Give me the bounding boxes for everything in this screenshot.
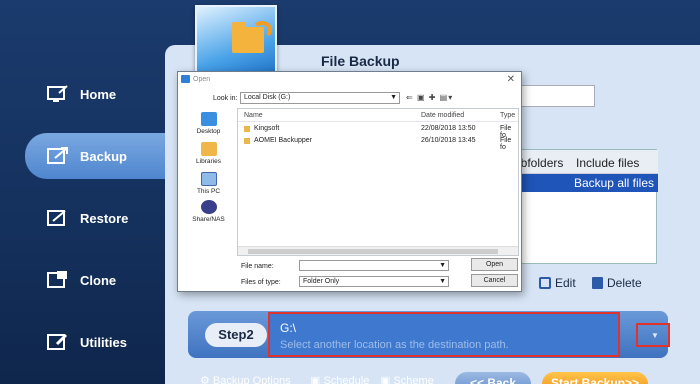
task-name-field[interactable] <box>515 85 595 107</box>
clone-icon <box>47 271 67 288</box>
backup-icon <box>47 147 68 164</box>
up-folder-icon[interactable]: ▣ <box>417 93 426 102</box>
sidebar-item-label: Utilities <box>80 334 127 350</box>
file-backup-icon <box>195 5 277 81</box>
sidebar-item-home[interactable]: Home <box>0 71 165 117</box>
chevron-down-icon: ▼ <box>439 278 446 285</box>
look-in-value: Local Disk (G:) <box>244 94 291 101</box>
sidebar-item-label: Home <box>80 86 117 102</box>
list-item[interactable]: AOMEI Backupper 26/10/2018 13:45 File fo <box>238 135 518 151</box>
column-header-date[interactable]: Date modified <box>421 112 464 119</box>
file-date: 26/10/2018 13:45 <box>421 137 476 144</box>
trash-icon <box>592 277 603 289</box>
restore-icon <box>47 210 66 226</box>
sidebar-item-utilities[interactable]: Utilities <box>0 319 165 365</box>
sidebar-item-clone[interactable]: Clone <box>0 257 165 303</box>
place-desktop[interactable]: Desktop <box>186 112 231 135</box>
dialog-title: Open <box>193 76 211 83</box>
file-type-value: Folder Only <box>303 278 340 285</box>
page-title: File Backup <box>321 53 400 69</box>
scheme-link[interactable]: ▣ Scheme <box>380 374 434 384</box>
sidebar-item-label: Backup <box>80 148 127 164</box>
place-this-pc[interactable]: This PC <box>186 172 231 195</box>
source-table: ubfolders Include files Backup all files <box>513 149 658 264</box>
open-dialog: Open ✕ Look in: Local Disk (G:) ▼ ⇐ ▣ ✚ … <box>177 71 522 292</box>
step2-bar: Step2 G:\ Select another location as the… <box>188 311 668 358</box>
place-label: Desktop <box>196 128 221 135</box>
schedule-link[interactable]: ▣ Schedule <box>310 374 369 384</box>
new-folder-icon[interactable]: ✚ <box>429 93 437 102</box>
edit-label: Edit <box>555 276 576 290</box>
folder-icon <box>244 138 250 144</box>
table-row[interactable]: Backup all files <box>514 174 658 192</box>
file-name-field[interactable]: ▼ <box>299 260 449 271</box>
place-share-nas[interactable]: Share/NAS <box>186 200 231 223</box>
sidebar: Home Backup Restore Clone Utilities <box>0 55 175 384</box>
sidebar-item-label: Restore <box>80 210 129 226</box>
app-icon <box>181 75 190 83</box>
step2-label: Step2 <box>205 323 267 347</box>
chevron-down-icon: ▼ <box>651 331 659 340</box>
file-name: AOMEI Backupper <box>254 137 312 144</box>
place-libraries[interactable]: Libraries <box>186 142 231 165</box>
network-icon <box>200 200 217 214</box>
source-table-header: ubfolders Include files <box>514 150 658 174</box>
dialog-titlebar: Open ✕ <box>178 72 521 88</box>
column-header-name[interactable]: Name <box>244 112 263 119</box>
file-name-label: File name: <box>241 263 274 270</box>
back-arrow-icon[interactable]: ⇐ <box>406 93 414 102</box>
look-in-label: Look in: <box>213 95 238 102</box>
libraries-icon <box>200 142 217 156</box>
backup-options-label: Backup Options <box>212 375 291 384</box>
home-icon <box>47 85 68 102</box>
start-backup-button[interactable]: Start Backup>> <box>542 372 648 384</box>
delete-label: Delete <box>607 276 642 290</box>
backup-options-link[interactable]: ⚙ Backup Options <box>200 374 291 384</box>
place-label: Share/NAS <box>192 216 225 223</box>
edit-button[interactable]: Edit <box>539 276 576 290</box>
destination-path-value: G:\ <box>280 321 297 335</box>
back-button[interactable]: << Back <box>455 372 531 384</box>
chevron-down-icon: ▼ <box>390 94 397 101</box>
column-header-include-files: Include files <box>576 156 640 170</box>
destination-path-placeholder: Select another location as the destinati… <box>280 339 509 351</box>
column-header-type[interactable]: Type <box>500 112 515 119</box>
destination-path-field[interactable]: G:\ Select another location as the desti… <box>268 312 620 357</box>
dialog-toolbar: ⇐ ▣ ✚ ▤▾ <box>406 93 461 103</box>
open-button[interactable]: Open <box>471 258 518 271</box>
file-date: 22/08/2018 13:50 <box>421 125 476 132</box>
horizontal-scrollbar[interactable] <box>238 246 518 255</box>
place-label: This PC <box>196 188 221 195</box>
file-type: File fo <box>500 137 512 151</box>
app-window: Home Backup Restore Clone Utilities File… <box>0 0 700 384</box>
list-item[interactable]: Kingsoft 22/08/2018 13:50 File fo <box>238 123 518 139</box>
sidebar-item-backup[interactable]: Backup <box>25 133 175 179</box>
delete-button[interactable]: Delete <box>592 276 642 290</box>
table-cell: Backup all files <box>573 176 654 190</box>
file-list-header: Name Date modified Type <box>238 109 518 122</box>
file-type-label: Files of type: <box>241 279 281 286</box>
view-menu-icon[interactable]: ▤▾ <box>440 93 454 102</box>
computer-icon <box>200 172 217 186</box>
look-in-select[interactable]: Local Disk (G:) ▼ <box>240 92 400 104</box>
file-name: Kingsoft <box>254 125 280 132</box>
utilities-icon <box>47 333 68 350</box>
destination-dropdown-button[interactable]: ▼ <box>636 323 670 347</box>
sidebar-item-label: Clone <box>80 272 117 288</box>
file-list: Name Date modified Type Kingsoft 22/08/2… <box>237 108 519 256</box>
edit-icon <box>539 277 551 289</box>
place-label: Libraries <box>196 158 221 165</box>
scheme-label: Scheme <box>393 375 434 384</box>
folder-icon <box>244 126 250 132</box>
chevron-down-icon: ▼ <box>439 262 446 269</box>
schedule-label: Schedule <box>323 375 370 384</box>
close-icon[interactable]: ✕ <box>507 74 515 85</box>
desktop-icon <box>200 112 217 126</box>
cancel-button[interactable]: Cancel <box>471 274 518 287</box>
places-bar: Desktop Libraries This PC Share/NAS <box>186 112 231 242</box>
file-type-select[interactable]: Folder Only ▼ <box>299 276 449 287</box>
sidebar-item-restore[interactable]: Restore <box>0 195 165 241</box>
